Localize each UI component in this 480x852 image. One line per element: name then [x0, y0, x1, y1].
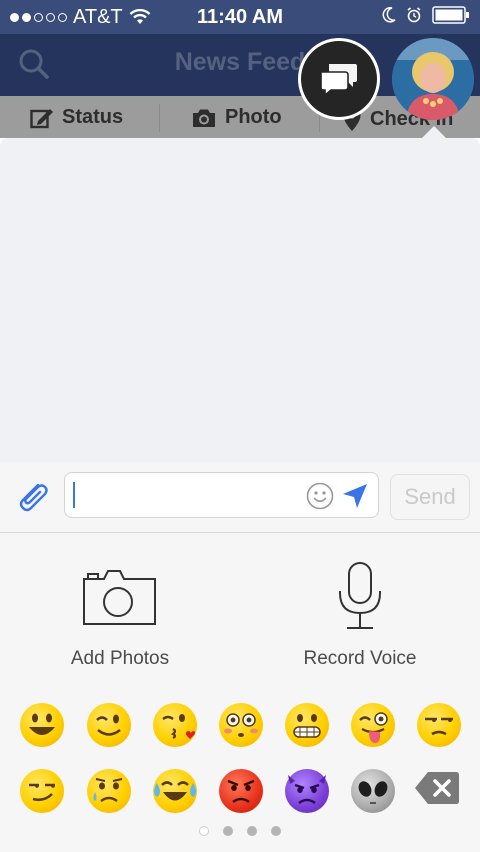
page-dot[interactable]: [199, 826, 209, 836]
status-bar: AT&T 11:40 AM: [0, 0, 480, 34]
rage-emoji[interactable]: [219, 769, 263, 813]
flushed-emoji[interactable]: [219, 703, 263, 747]
messages-chat-head[interactable]: [298, 38, 380, 120]
moon-icon: [382, 7, 396, 23]
record-voice-icon-wrap: [240, 554, 480, 638]
stuck-out-tongue-winking-eye-emoji[interactable]: [351, 703, 395, 747]
camera-icon: [193, 109, 215, 127]
message-input[interactable]: [73, 479, 297, 513]
joy-emoji[interactable]: [153, 769, 197, 813]
photo-button[interactable]: Photo: [191, 106, 282, 129]
wink-emoji[interactable]: [87, 703, 131, 747]
backspace-icon[interactable]: [414, 770, 460, 806]
smirk-emoji[interactable]: [20, 769, 64, 813]
message-field[interactable]: [64, 472, 379, 518]
add-photos-button[interactable]: Add Photos: [0, 554, 240, 670]
profile-photo: [392, 38, 474, 120]
record-voice-button[interactable]: Record Voice: [240, 554, 480, 670]
chat-bubbles-icon: [320, 64, 357, 96]
alarm-icon: [407, 7, 421, 23]
alien-emoji[interactable]: [351, 769, 395, 813]
chat-messages-area[interactable]: [0, 138, 480, 462]
disappointed-relieved-emoji[interactable]: [87, 769, 131, 813]
edit-icon: [30, 108, 53, 128]
page-dot[interactable]: [247, 826, 257, 836]
text-cursor: [73, 482, 75, 508]
kissing-heart-emoji[interactable]: [153, 703, 197, 747]
camera-outline-icon: [83, 570, 156, 625]
paperclip-icon[interactable]: [16, 480, 50, 512]
grimacing-emoji[interactable]: [285, 703, 329, 747]
chat-head-pointer: [422, 126, 446, 138]
photo-button-label: Photo: [225, 106, 282, 128]
status-button[interactable]: Status: [30, 106, 123, 129]
status-button-label: Status: [62, 106, 124, 128]
unamused-emoji[interactable]: [417, 703, 461, 747]
avatar[interactable]: [392, 38, 474, 120]
imp-emoji[interactable]: [285, 769, 329, 813]
battery-icon: [432, 6, 469, 24]
status-right: [382, 6, 470, 24]
page-indicator: [0, 826, 480, 838]
add-photos-label: Add Photos: [70, 648, 170, 669]
page-dot[interactable]: [223, 826, 233, 836]
page-dot[interactable]: [271, 826, 281, 836]
smiley-icon[interactable]: [306, 482, 334, 510]
add-photos-icon-wrap: [0, 554, 240, 638]
record-voice-label: Record Voice: [303, 648, 417, 669]
send-location-icon[interactable]: [342, 483, 368, 509]
microphone-icon: [339, 562, 381, 629]
send-button[interactable]: Send: [390, 474, 470, 520]
smiley-emoji[interactable]: [20, 703, 64, 747]
messages-chat-head-inner: [301, 41, 377, 117]
composer-divider: [159, 104, 160, 132]
